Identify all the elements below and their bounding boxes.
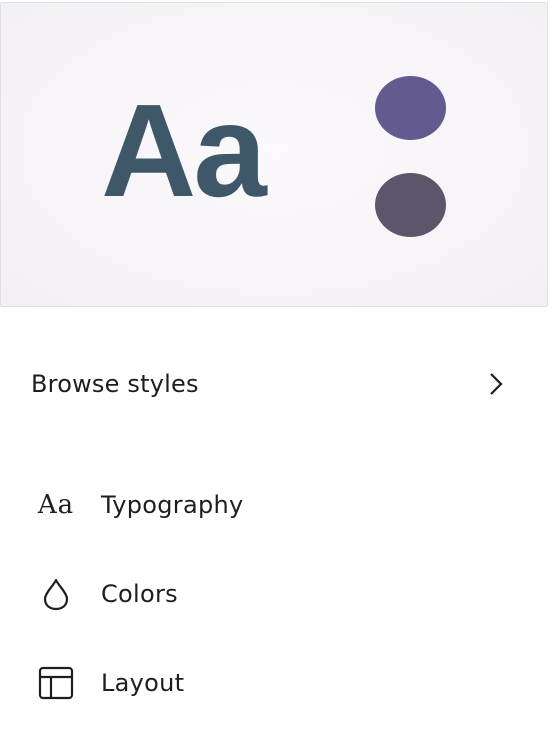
nav-item-label: Colors bbox=[101, 580, 178, 608]
preview-color-swatch-secondary bbox=[375, 173, 446, 237]
nav-item-label: Layout bbox=[101, 669, 185, 697]
nav-item-layout[interactable]: Layout bbox=[0, 651, 552, 715]
droplet-icon bbox=[34, 576, 78, 612]
typography-icon: Aa bbox=[34, 487, 78, 523]
typography-icon-glyph: Aa bbox=[37, 490, 75, 520]
nav-item-label: Typography bbox=[101, 491, 244, 519]
style-preview-card[interactable]: Aa bbox=[0, 2, 548, 307]
browse-styles-label: Browse styles bbox=[31, 370, 199, 398]
preview-typography-sample: Aa bbox=[101, 77, 267, 224]
nav-item-typography[interactable]: Aa Typography bbox=[0, 473, 552, 537]
chevron-right-icon bbox=[490, 373, 503, 395]
browse-styles-button[interactable]: Browse styles bbox=[0, 352, 552, 416]
nav-item-colors[interactable]: Colors bbox=[0, 562, 552, 626]
preview-color-swatch-primary bbox=[375, 76, 446, 140]
layout-icon bbox=[34, 665, 78, 701]
